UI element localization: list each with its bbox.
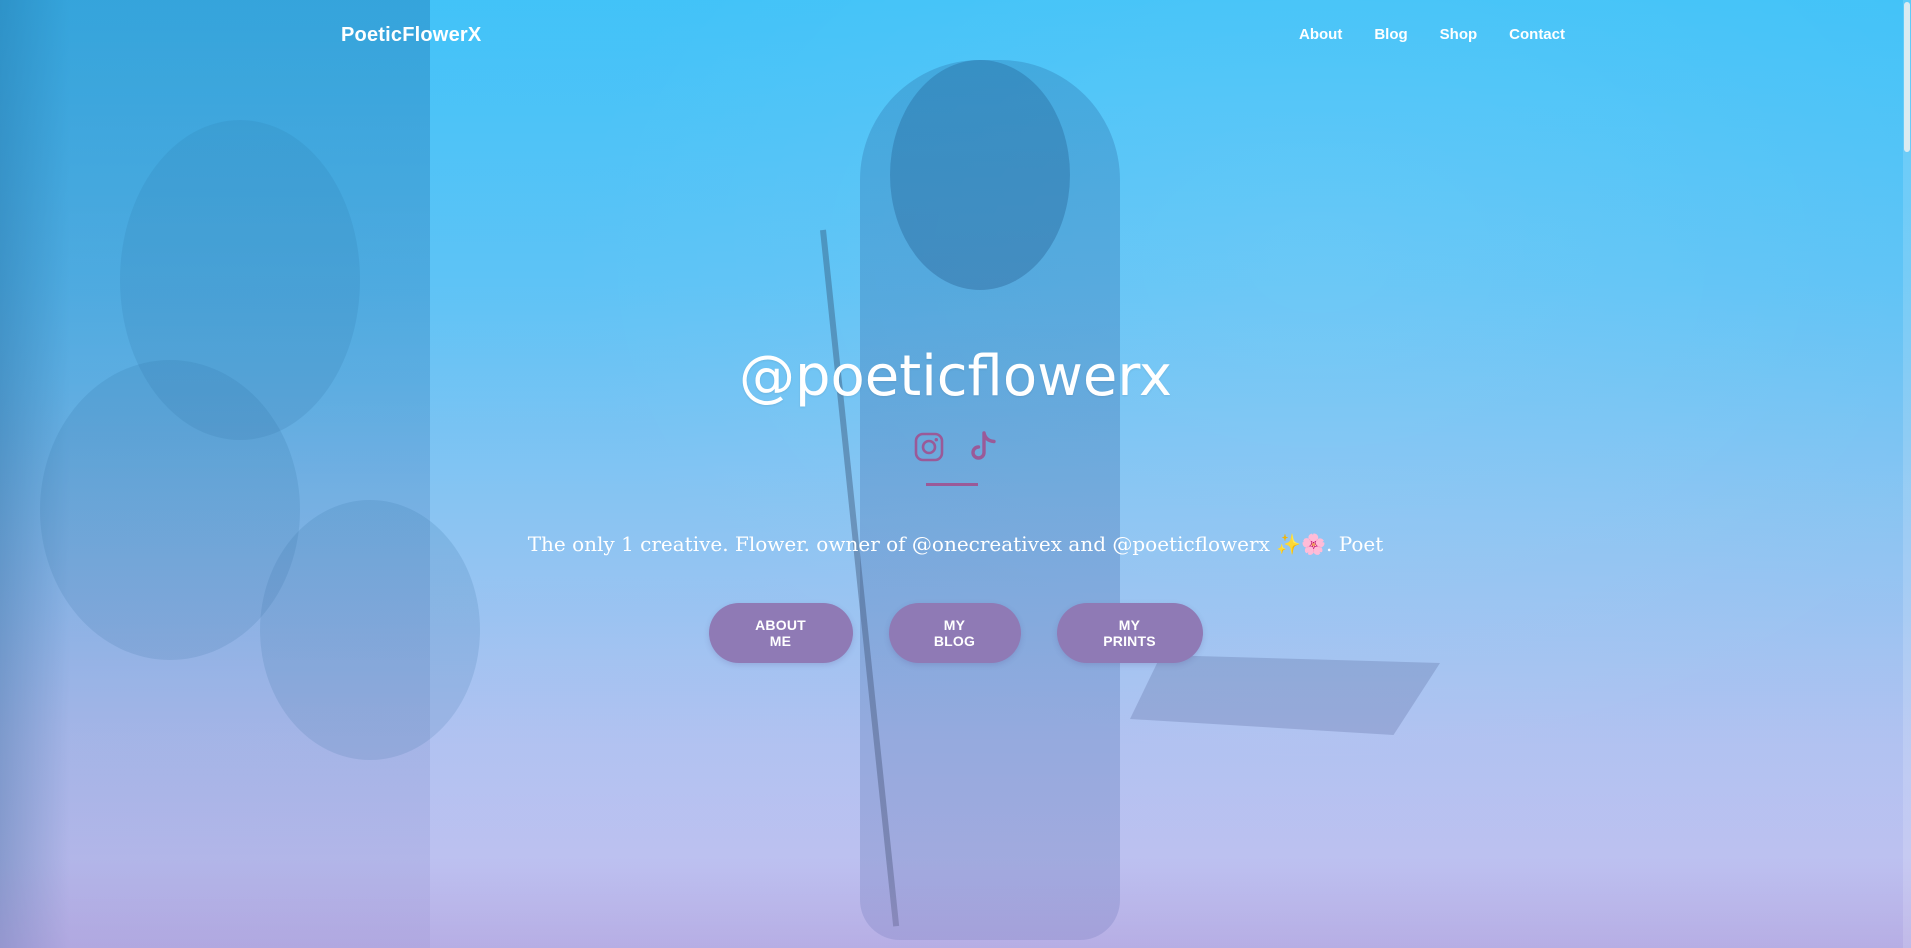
- scrollbar-thumb[interactable]: [1904, 2, 1910, 152]
- hero-title: @poeticflowerx: [738, 344, 1172, 409]
- nav-shop[interactable]: Shop: [1440, 26, 1478, 43]
- nav-contact[interactable]: Contact: [1509, 26, 1565, 43]
- hero-tagline: The only 1 creative. Flower. owner of @o…: [527, 532, 1384, 556]
- gradient-overlay: [0, 0, 1911, 948]
- nav-about[interactable]: About: [1299, 26, 1342, 43]
- tiktok-icon[interactable]: [967, 430, 999, 464]
- my-prints-button[interactable]: MY PRINTS: [1056, 603, 1203, 663]
- title-divider: [926, 483, 978, 486]
- about-me-button[interactable]: ABOUT ME: [708, 603, 853, 663]
- my-blog-button[interactable]: MY BLOG: [888, 603, 1021, 663]
- main-nav: About Blog Shop Contact: [1299, 26, 1565, 43]
- scrollbar[interactable]: [1903, 0, 1911, 948]
- social-links: [0, 430, 1911, 464]
- hero-page: PoeticFlowerX About Blog Shop Contact @p…: [0, 0, 1911, 948]
- tiktok-glyph: [970, 431, 996, 460]
- instagram-glyph: [914, 432, 943, 462]
- nav-blog[interactable]: Blog: [1374, 26, 1407, 43]
- instagram-icon[interactable]: [913, 430, 945, 464]
- brand-logo[interactable]: PoeticFlowerX: [341, 24, 481, 47]
- hero-buttons: ABOUT ME MY BLOG MY PRINTS: [0, 603, 1911, 663]
